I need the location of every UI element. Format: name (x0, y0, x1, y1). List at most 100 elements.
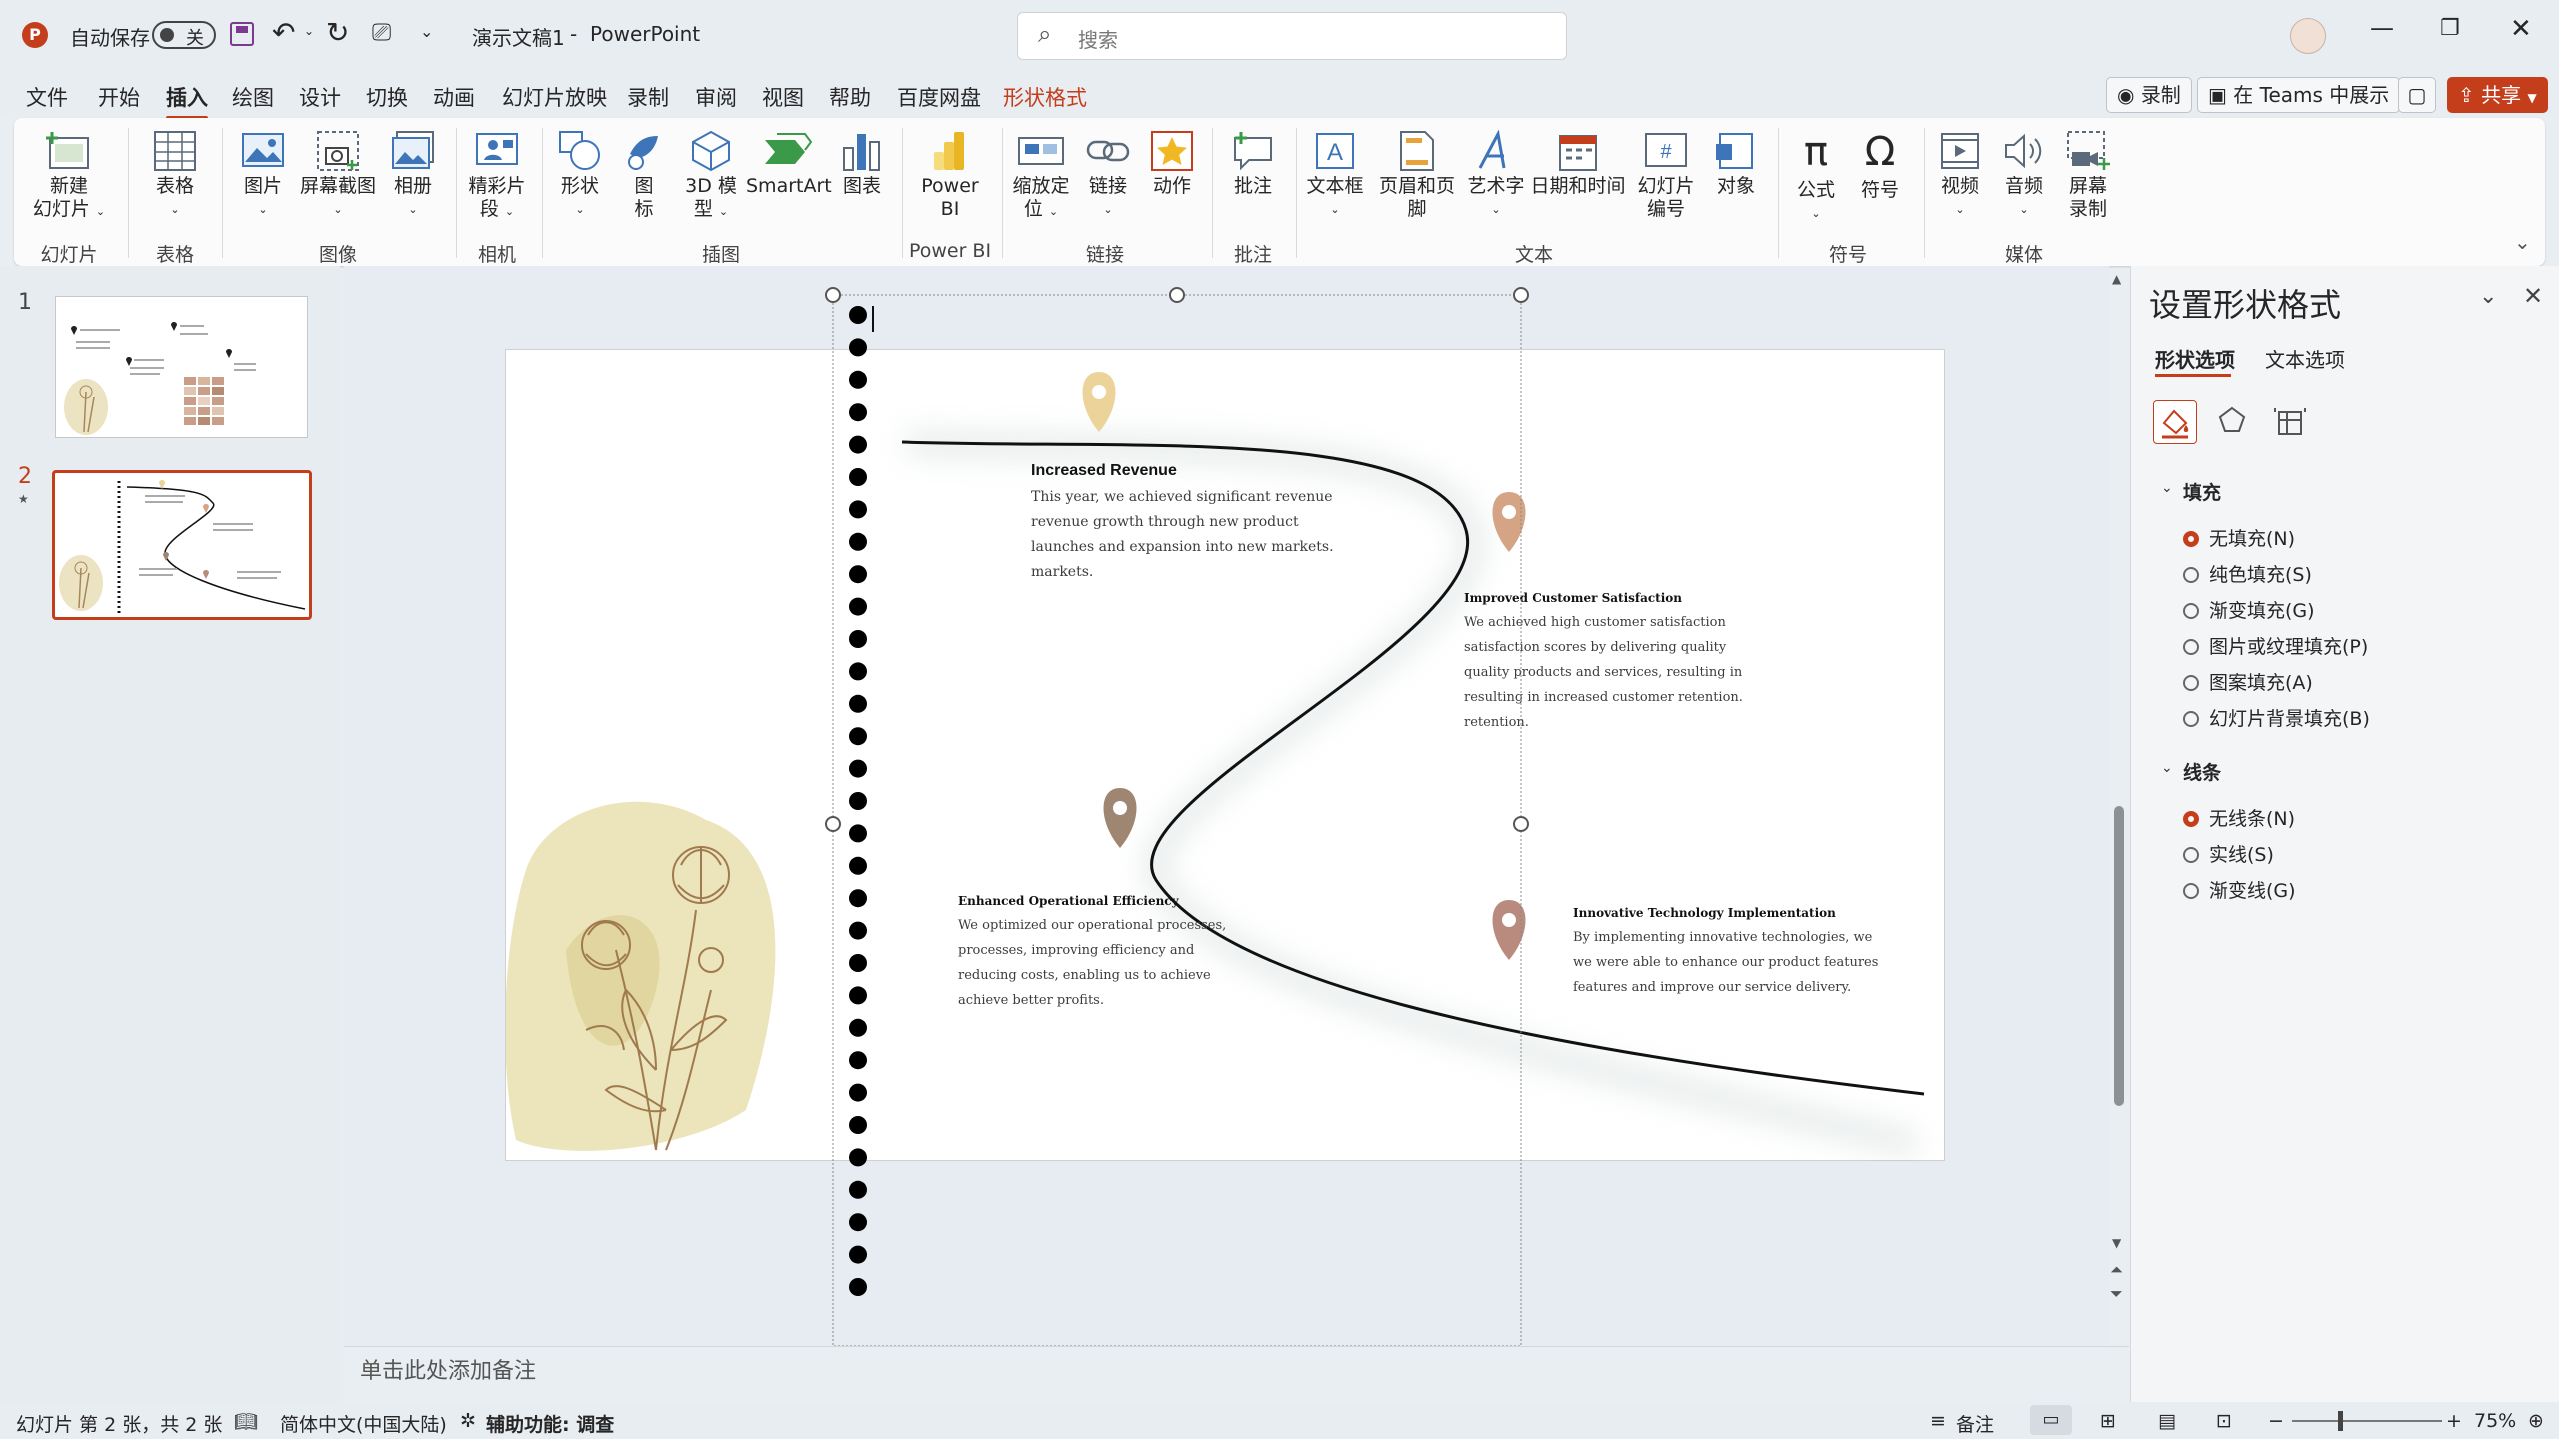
autosave-toggle[interactable]: 关 (152, 21, 216, 49)
object-button[interactable]: 对象 (1704, 130, 1768, 198)
zoom-button[interactable]: 缩放定 位 ⌄ (1006, 130, 1076, 223)
table-button[interactable]: 表格 ⌄ (138, 130, 212, 221)
present-icon[interactable]: ⎚ (372, 18, 391, 46)
fill-collapse-icon[interactable]: ⌄ (2161, 480, 2173, 496)
resize-handle[interactable] (1169, 287, 1185, 303)
3d-model-button[interactable]: 3D 模 型 ⌄ (676, 130, 746, 223)
close-icon[interactable]: ✕ (2510, 14, 2532, 44)
screenshot-button[interactable]: 屏幕截图 ⌄ (298, 130, 378, 221)
share-button[interactable]: ⇪ 共享 ▼ (2447, 77, 2548, 113)
comments-button[interactable]: ▢ (2398, 77, 2436, 113)
zoom-slider[interactable] (2292, 1411, 2442, 1431)
radio-no-fill[interactable]: 无填充(N) (2183, 524, 2295, 551)
wordart-button[interactable]: 艺术字 ⌄ (1464, 130, 1528, 221)
resize-handle[interactable] (1513, 287, 1529, 303)
line-collapse-icon[interactable]: ⌄ (2161, 760, 2173, 776)
undo-icon[interactable]: ↶ (272, 16, 295, 49)
audio-button[interactable]: 音频 ⌄ (1992, 130, 2056, 221)
scroll-down-icon[interactable]: ▼ (2112, 1236, 2121, 1250)
action-button[interactable]: 动作 (1140, 130, 1204, 198)
fill-line-category-button[interactable] (2153, 400, 2197, 444)
normal-view-button[interactable]: ▭ (2030, 1405, 2072, 1435)
slide-thumbnail-1[interactable] (55, 296, 308, 438)
zoom-in-icon[interactable]: + (2446, 1410, 2462, 1432)
spelling-check-icon[interactable]: 📖︎ (234, 1410, 258, 1433)
ribbon-collapse-icon[interactable]: ⌄ (2514, 230, 2531, 254)
search-box[interactable]: ⌕ 搜索 (1017, 12, 1567, 60)
screen-recording-button[interactable]: 屏幕 录制 (2056, 130, 2120, 221)
tab-text-options[interactable]: 文本选项 (2265, 344, 2345, 373)
video-button[interactable]: 视频 ⌄ (1928, 130, 1992, 221)
date-time-button[interactable]: 日期和时间 (1528, 130, 1628, 198)
slide-number-button[interactable]: # 幻灯片 编号 (1628, 130, 1704, 221)
new-slide-button[interactable]: 新建 幻灯片 ⌄ (24, 130, 114, 223)
album-button[interactable]: 相册 ⌄ (378, 130, 448, 221)
tab-baidu-netdisk[interactable]: 百度网盘 (897, 82, 981, 112)
line-section-header[interactable]: 线条 (2183, 758, 2221, 785)
zoom-slider-thumb[interactable] (2338, 1411, 2343, 1431)
radio-gradient-line[interactable]: 渐变线(G) (2183, 876, 2296, 903)
tab-draw[interactable]: 绘图 (232, 82, 274, 112)
tab-insert[interactable]: 插入 (166, 82, 208, 120)
tab-shape-options[interactable]: 形状选项 (2155, 344, 2235, 373)
dotted-line-shape[interactable] (849, 306, 867, 1296)
fill-section-header[interactable]: 填充 (2183, 478, 2221, 505)
tab-slideshow[interactable]: 幻灯片放映 (502, 82, 607, 112)
fit-to-window-icon[interactable]: ⊕ (2528, 1410, 2544, 1432)
size-properties-category-button[interactable] (2269, 400, 2313, 444)
slideshow-icon[interactable]: ⊡ (2216, 1410, 2232, 1432)
notes-toggle[interactable]: 备注 (1956, 1410, 1994, 1437)
pane-close-icon[interactable]: ✕ (2523, 282, 2543, 310)
record-button[interactable]: ◉ 录制 (2106, 77, 2192, 113)
teams-present-button[interactable]: ▣ 在 Teams 中展示 (2197, 77, 2401, 113)
slide-sorter-icon[interactable]: ⊞ (2100, 1410, 2116, 1432)
tab-help[interactable]: 帮助 (829, 82, 871, 112)
comment-button[interactable]: 批注 (1218, 130, 1288, 198)
avatar[interactable] (2290, 18, 2326, 54)
resize-handle[interactable] (1513, 816, 1529, 832)
shapes-button[interactable]: 形状 ⌄ (548, 130, 612, 221)
reading-view-icon[interactable]: ▤ (2158, 1410, 2176, 1432)
chart-button[interactable]: 图表 (830, 130, 894, 198)
radio-pattern-fill[interactable]: 图案填充(A) (2183, 668, 2313, 695)
vertical-scrollbar[interactable]: ▲ ▼ ⏶ ⏷ (2110, 272, 2126, 1306)
tab-review[interactable]: 审阅 (695, 82, 737, 112)
restore-icon[interactable]: ❐ (2440, 16, 2460, 41)
save-icon[interactable] (230, 22, 254, 46)
picture-button[interactable]: 图片 ⌄ (228, 130, 298, 221)
scroll-up-icon[interactable]: ▲ (2112, 272, 2121, 286)
smartart-button[interactable]: SmartArt (746, 130, 832, 198)
link-button[interactable]: 链接 ⌄ (1076, 130, 1140, 221)
equation-button[interactable]: π 公式 ⌄ (1784, 130, 1848, 225)
notes-pane[interactable]: 单击此处添加备注 (344, 1346, 2129, 1403)
radio-picture-fill[interactable]: 图片或纹理填充(P) (2183, 632, 2368, 659)
customize-toolbar-icon[interactable]: ⌄ (420, 22, 433, 41)
redo-icon[interactable]: ↻ (326, 16, 349, 49)
scrollbar-thumb[interactable] (2114, 806, 2124, 1106)
zoom-level[interactable]: 75% (2474, 1410, 2516, 1432)
tab-file[interactable]: 文件 (26, 82, 68, 112)
resize-handle[interactable] (825, 287, 841, 303)
powerbi-button[interactable]: Power BI (908, 130, 992, 221)
language-indicator[interactable]: 简体中文(中国大陆) (280, 1410, 447, 1437)
tab-home[interactable]: 开始 (98, 82, 140, 112)
effects-category-button[interactable] (2211, 400, 2255, 444)
header-footer-button[interactable]: 页眉和页脚 (1370, 130, 1464, 221)
radio-no-line[interactable]: 无线条(N) (2183, 804, 2295, 831)
tab-shape-format[interactable]: 形状格式 (1003, 82, 1087, 112)
radio-gradient-fill[interactable]: 渐变填充(G) (2183, 596, 2315, 623)
cameo-button[interactable]: 精彩片 段 ⌄ (462, 130, 532, 223)
previous-slide-icon[interactable]: ⏶ (2110, 1260, 2123, 1280)
accessibility-status[interactable]: 辅助功能: 调查 (486, 1410, 614, 1437)
resize-handle[interactable] (825, 816, 841, 832)
zoom-out-icon[interactable]: − (2268, 1410, 2284, 1432)
slide-thumbnail-2[interactable] (52, 470, 312, 620)
radio-slide-background-fill[interactable]: 幻灯片背景填充(B) (2183, 704, 2370, 731)
tab-design[interactable]: 设计 (299, 82, 341, 112)
textbox-button[interactable]: A 文本框 ⌄ (1300, 130, 1370, 221)
tab-view[interactable]: 视图 (762, 82, 804, 112)
tab-transitions[interactable]: 切换 (366, 82, 408, 112)
radio-solid-fill[interactable]: 纯色填充(S) (2183, 560, 2312, 587)
undo-dropdown-icon[interactable]: ⌄ (304, 24, 314, 38)
tab-record[interactable]: 录制 (627, 82, 669, 112)
